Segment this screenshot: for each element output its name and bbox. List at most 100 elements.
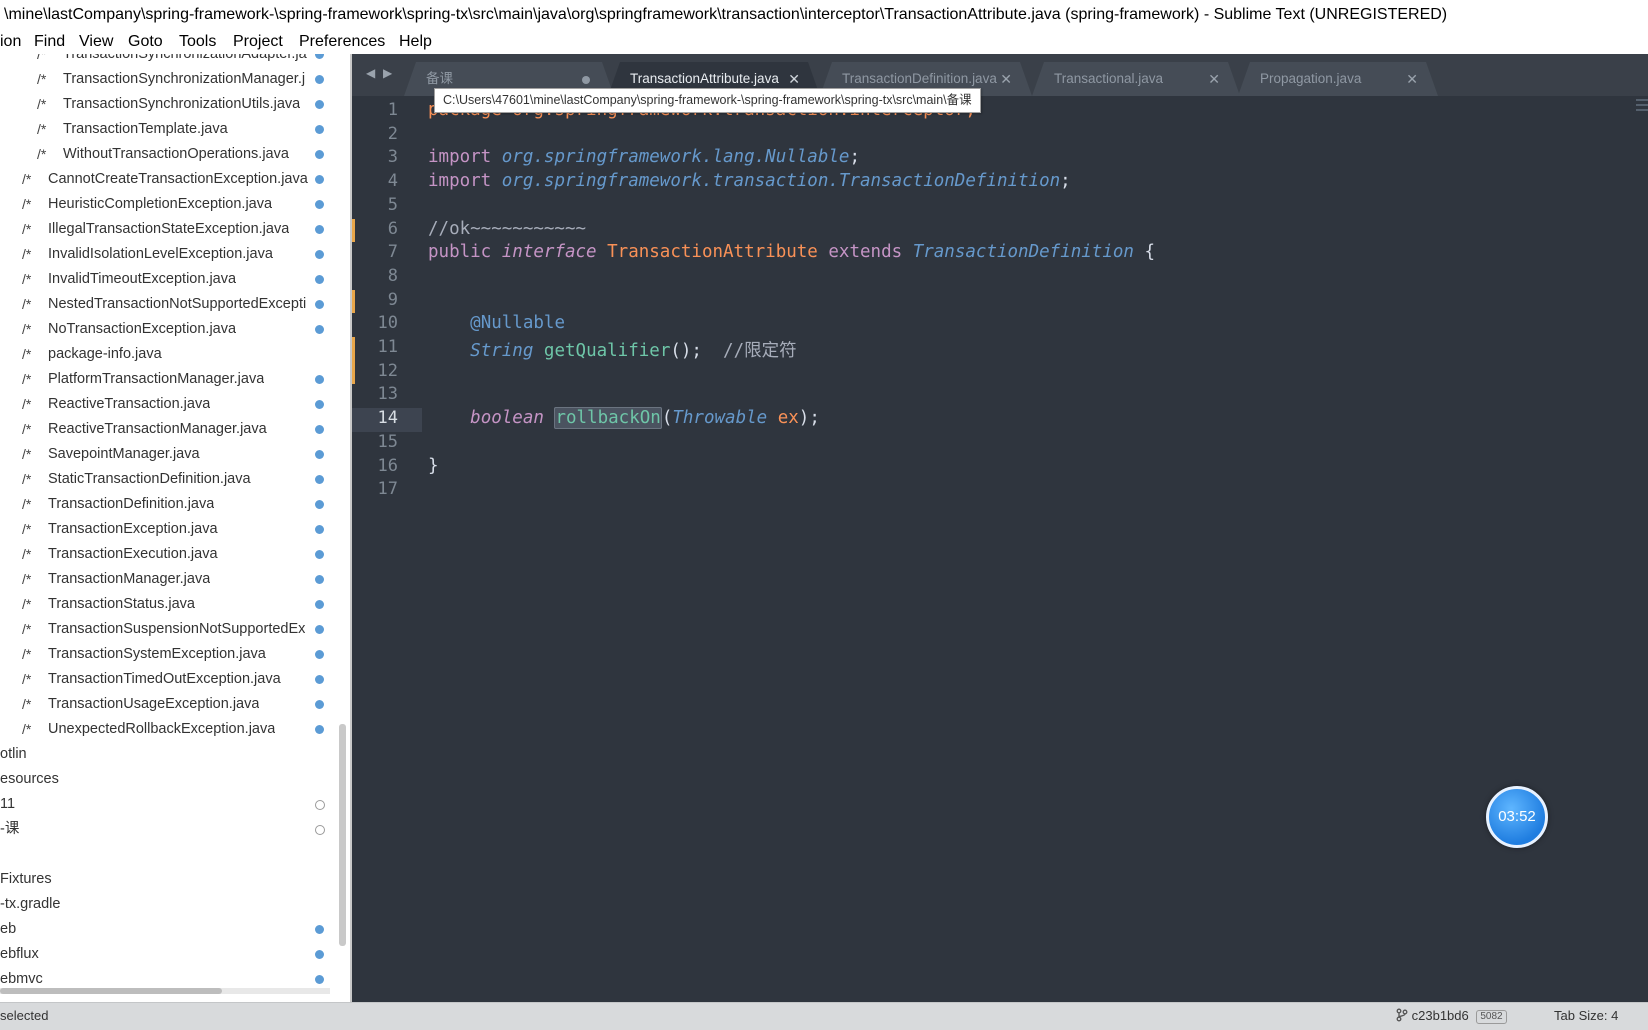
- sublime-window: \mine\lastCompany\spring-framework-\spri…: [0, 0, 1648, 1030]
- status-tab-size[interactable]: Tab Size: 4: [1554, 1003, 1618, 1029]
- status-commit-count: 5082: [1476, 1010, 1507, 1024]
- sidebar-item[interactable]: /* IllegalTransactionStateException.java: [0, 217, 340, 242]
- sidebar-item[interactable]: Fixtures: [0, 867, 340, 892]
- modified-dot-icon: [315, 575, 324, 584]
- modified-dot-icon: [315, 500, 324, 509]
- sidebar-item[interactable]: /* SavepointManager.java: [0, 442, 340, 467]
- menu-view[interactable]: View: [79, 30, 113, 54]
- sidebar-item[interactable]: /* WithoutTransactionOperations.java: [0, 142, 340, 167]
- tab-nav-back-icon[interactable]: ◀: [366, 66, 375, 80]
- sidebar-item[interactable]: /* TransactionTemplate.java: [0, 117, 340, 142]
- tab-close-icon[interactable]: ✕: [1406, 62, 1418, 96]
- sidebar-item-label: TransactionTemplate.java: [63, 121, 228, 137]
- menu-find[interactable]: Find: [34, 30, 65, 54]
- sidebar-item-label: TransactionSynchronizationUtils.java: [63, 96, 301, 112]
- tab-label: TransactionAttribute.java: [630, 71, 779, 86]
- code-line[interactable]: boolean rollbackOn(Throwable ex);: [428, 407, 820, 430]
- modified-dot-icon: [315, 375, 324, 384]
- sidebar-item[interactable]: /* ReactiveTransactionManager.java: [0, 417, 340, 442]
- sidebar-item-label: ebflux: [0, 946, 39, 962]
- tab-4[interactable]: Propagation.java ✕: [1238, 62, 1438, 96]
- sidebar-item[interactable]: otlin: [0, 742, 340, 767]
- sidebar-item-label: esources: [0, 771, 59, 787]
- sidebar-item[interactable]: /* InvalidTimeoutException.java: [0, 267, 340, 292]
- sidebar-item[interactable]: /* StaticTransactionDefinition.java: [0, 467, 340, 492]
- sidebar-item[interactable]: -课: [0, 817, 340, 842]
- code-line[interactable]: @Nullable: [428, 313, 565, 333]
- code-line[interactable]: String getQualifier(); //限定符: [428, 337, 797, 362]
- sidebar-item[interactable]: /* package-info.java: [0, 342, 340, 367]
- sidebar-item[interactable]: /* PlatformTransactionManager.java: [0, 367, 340, 392]
- menu-project[interactable]: Project: [233, 30, 283, 54]
- code-token: );: [798, 408, 820, 429]
- sidebar-item[interactable]: /* TransactionSynchronizationManager.j: [0, 67, 340, 92]
- line-number: 7: [387, 242, 398, 263]
- sidebar-vertical-scrollbar[interactable]: [339, 724, 346, 946]
- sidebar-item[interactable]: /* HeuristicCompletionException.java: [0, 192, 340, 217]
- sidebar-item[interactable]: /* TransactionUsageException.java: [0, 692, 340, 717]
- sidebar-item[interactable]: esources: [0, 767, 340, 792]
- tab-close-icon[interactable]: ✕: [1208, 62, 1220, 96]
- status-git-info[interactable]: c23b1bd6 5082: [1396, 1003, 1507, 1029]
- sidebar-item[interactable]: /* NestedTransactionNotSupportedExcepti: [0, 292, 340, 317]
- unsaved-dot-icon[interactable]: [582, 76, 590, 84]
- sidebar-item[interactable]: /* UnexpectedRollbackException.java: [0, 717, 340, 742]
- menu-help[interactable]: Help: [399, 30, 432, 54]
- java-file-icon: /*: [22, 396, 32, 412]
- code-token: //ok~~~~~~~~~~~: [428, 218, 587, 239]
- modified-dot-icon: [315, 250, 324, 259]
- sidebar-item[interactable]: -tx.gradle: [0, 892, 340, 917]
- sidebar-item[interactable]: [0, 842, 340, 867]
- code-token: public: [428, 242, 502, 263]
- sidebar-item-label: IllegalTransactionStateException.java: [48, 221, 290, 237]
- java-file-icon: /*: [37, 54, 47, 62]
- sidebar-item-label: InvalidIsolationLevelException.java: [48, 246, 273, 262]
- code-line[interactable]: import org.springframework.lang.Nullable…: [428, 147, 860, 167]
- sidebar-item[interactable]: /* TransactionExecution.java: [0, 542, 340, 567]
- sidebar-item[interactable]: ebflux: [0, 942, 340, 967]
- tab-close-icon[interactable]: ✕: [1000, 62, 1012, 96]
- sidebar-item-label: TransactionTimedOutException.java: [48, 671, 281, 687]
- line-number: 12: [377, 360, 398, 381]
- sidebar-item[interactable]: /* TransactionStatus.java: [0, 592, 340, 617]
- sidebar-item[interactable]: /* NoTransactionException.java: [0, 317, 340, 342]
- sidebar-item[interactable]: /* TransactionTimedOutException.java: [0, 667, 340, 692]
- code-token: (: [661, 408, 673, 429]
- sidebar-item[interactable]: eb: [0, 917, 340, 942]
- code-line[interactable]: public interface TransactionAttribute ex…: [428, 242, 1155, 262]
- sidebar-item[interactable]: /* InvalidIsolationLevelException.java: [0, 242, 340, 267]
- sidebar-item[interactable]: 11: [0, 792, 340, 817]
- window-title: \mine\lastCompany\spring-framework-\spri…: [0, 0, 1648, 30]
- java-file-icon: /*: [22, 421, 32, 437]
- code-line[interactable]: }: [428, 456, 439, 476]
- menu-goto[interactable]: Goto: [128, 30, 163, 54]
- code-line[interactable]: //ok~~~~~~~~~~~: [428, 219, 586, 239]
- code-line[interactable]: import org.springframework.transaction.T…: [428, 171, 1071, 191]
- modified-dot-icon: [315, 150, 324, 159]
- sidebar-item[interactable]: /* TransactionSynchronizationAdapter.ja: [0, 54, 340, 67]
- menu-preferences[interactable]: Preferences: [299, 30, 385, 54]
- code-editor[interactable]: 1234567891011121314151617 package org.sp…: [352, 96, 1648, 1002]
- menu-selection[interactable]: ion: [0, 30, 21, 54]
- code-token: //限定符: [723, 341, 797, 361]
- sidebar-item[interactable]: /* TransactionManager.java: [0, 567, 340, 592]
- tab-label: Propagation.java: [1260, 71, 1362, 86]
- tab-nav-forward-icon[interactable]: ▶: [383, 66, 392, 80]
- sidebar-item[interactable]: /* TransactionDefinition.java: [0, 492, 340, 517]
- line-number: 11: [377, 337, 398, 357]
- minimap[interactable]: [1636, 96, 1648, 136]
- sidebar-item[interactable]: /* TransactionSuspensionNotSupportedEx: [0, 617, 340, 642]
- sidebar-item[interactable]: /* TransactionSynchronizationUtils.java: [0, 92, 340, 117]
- sidebar-item[interactable]: /* TransactionException.java: [0, 517, 340, 542]
- menu-tools[interactable]: Tools: [179, 30, 216, 54]
- sidebar-item[interactable]: /* CannotCreateTransactionException.java: [0, 167, 340, 192]
- line-number: 10: [377, 313, 398, 334]
- sidebar-item[interactable]: /* TransactionSystemException.java: [0, 642, 340, 667]
- sidebar-horizontal-scrollbar[interactable]: [0, 988, 222, 994]
- sidebar-item[interactable]: /* ReactiveTransaction.java: [0, 392, 340, 417]
- tab-3[interactable]: Transactional.java ✕: [1032, 62, 1240, 96]
- sidebar-item-label: TransactionDefinition.java: [48, 496, 215, 512]
